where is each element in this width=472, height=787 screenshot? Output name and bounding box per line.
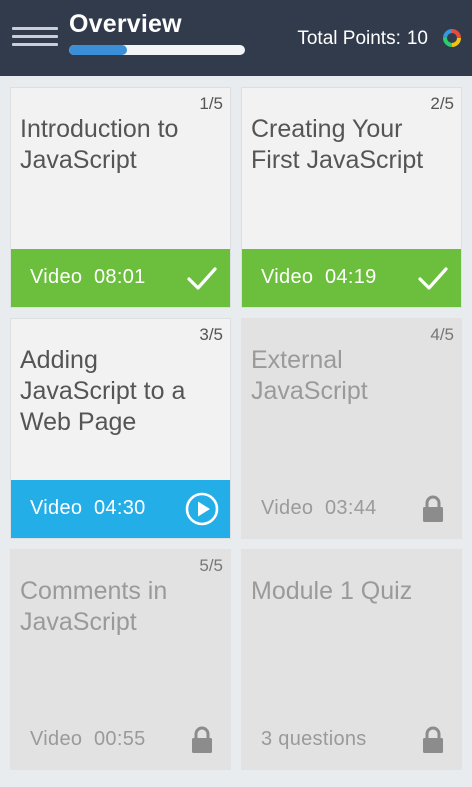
checkmark-icon (187, 267, 217, 290)
total-points-value: 10 (406, 28, 428, 49)
lock-icon (192, 726, 212, 753)
lesson-number: 2/5 (430, 94, 454, 113)
lesson-duration: Video 03:44 (261, 497, 377, 519)
app-header: Overview Total Points: 10 (0, 0, 472, 76)
lesson-card-1[interactable]: 1/5 Introduction to JavaScript Video 08:… (10, 87, 231, 308)
colorful-ring-logo-icon (443, 29, 461, 47)
total-points-label: Total Points: (297, 28, 401, 49)
checkmark-icon (418, 267, 448, 290)
page-title: Overview (69, 10, 182, 38)
lesson-duration: Video 00:55 (30, 728, 146, 750)
lesson-duration: Video 04:30 (30, 497, 146, 519)
course-progress-bar (69, 45, 245, 55)
lesson-footer: Video 03:44 (242, 480, 461, 538)
lock-icon (423, 495, 443, 522)
lesson-title: Creating Your First JavaScript (251, 115, 424, 174)
lesson-footer: Video 04:19 (242, 249, 461, 307)
lock-icon (423, 726, 443, 753)
lesson-card-3[interactable]: 3/5 Adding JavaScript to a Web Page Vide… (10, 318, 231, 539)
lesson-duration: Video 08:01 (30, 266, 146, 288)
lesson-footer: Video 08:01 (11, 249, 230, 307)
lesson-title: Adding JavaScript to a Web Page (20, 346, 186, 436)
lesson-title: Comments in JavaScript (20, 577, 168, 636)
quiz-footer: 3 questions (242, 711, 461, 769)
lesson-number: 3/5 (199, 325, 223, 344)
lesson-card-2[interactable]: 2/5 Creating Your First JavaScript Video… (241, 87, 462, 308)
quiz-card[interactable]: Module 1 Quiz 3 questions (241, 549, 462, 770)
progress-fill (69, 45, 128, 55)
lesson-number: 5/5 (199, 556, 223, 575)
hamburger-menu-icon[interactable] (12, 26, 58, 48)
lesson-title: Introduction to JavaScript (20, 115, 179, 174)
total-points: Total Points: 10 (297, 28, 428, 50)
lesson-footer: Video 04:30 (11, 480, 230, 538)
lesson-number: 1/5 (199, 94, 223, 113)
lesson-card-4[interactable]: 4/5 External JavaScript Video 03:44 (241, 318, 462, 539)
lesson-number: 4/5 (430, 325, 454, 344)
lesson-footer: Video 00:55 (11, 711, 230, 769)
lesson-title: External JavaScript (251, 346, 368, 405)
quiz-title: Module 1 Quiz (251, 577, 413, 605)
play-circle-icon[interactable] (184, 491, 220, 527)
quiz-question-count: 3 questions (261, 728, 367, 750)
lesson-card-5[interactable]: 5/5 Comments in JavaScript Video 00:55 (10, 549, 231, 770)
lesson-duration: Video 04:19 (261, 266, 377, 288)
